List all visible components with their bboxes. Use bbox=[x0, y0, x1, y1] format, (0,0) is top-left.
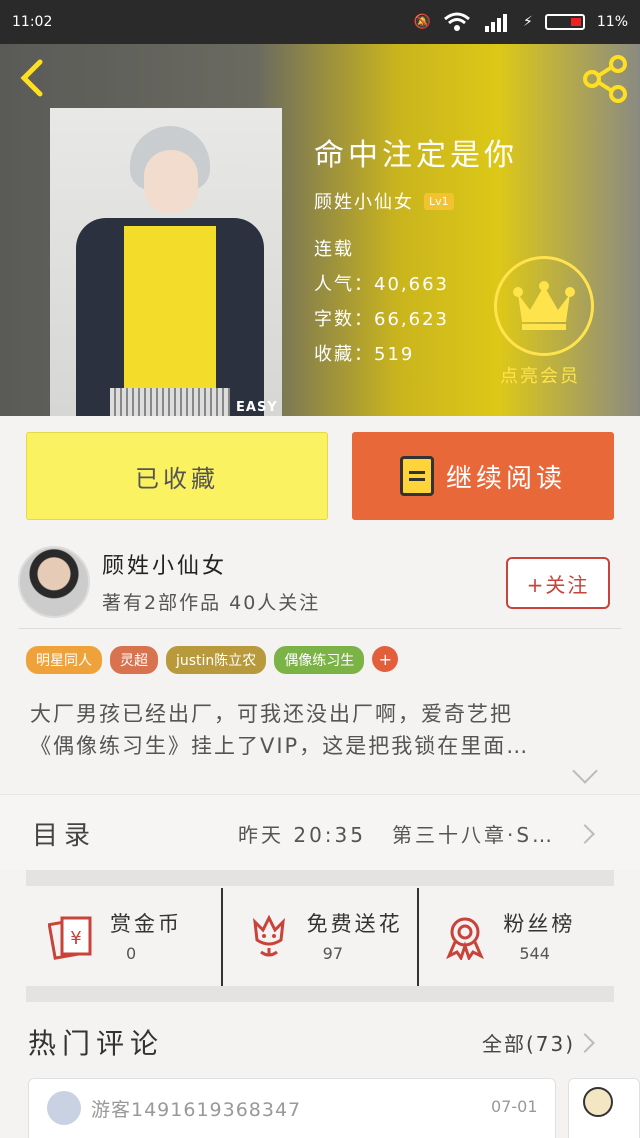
action-count: 544 bbox=[519, 944, 550, 963]
status-time: 11:02 bbox=[12, 14, 53, 30]
medal-icon bbox=[446, 917, 485, 960]
serial-status: 连载 bbox=[314, 239, 354, 260]
book-title: 命中注定是你 bbox=[314, 138, 518, 173]
collected-button[interactable]: 已收藏 bbox=[26, 432, 328, 520]
vip-label[interactable]: 点亮会员 bbox=[500, 362, 580, 388]
follow-label: +关注 bbox=[526, 572, 590, 597]
book-icon bbox=[399, 456, 434, 496]
flower-icon bbox=[252, 914, 285, 957]
tag-item[interactable]: 偶像练习生 bbox=[274, 646, 365, 674]
book-header: EASY 命中注定是你 顾姓小仙女 Lv1 连载 人气：40,663 字数：66… bbox=[0, 44, 640, 416]
author-stats: 著有2部作品 40人关注 bbox=[102, 592, 321, 614]
cover-text: EASY bbox=[236, 400, 278, 415]
action-count: 0 bbox=[126, 944, 137, 963]
action-label: 粉丝榜 bbox=[503, 912, 576, 936]
collected-label: 已收藏 bbox=[135, 464, 219, 493]
follow-button[interactable]: +关注 bbox=[506, 557, 610, 609]
comment-date: 07-01 bbox=[491, 1097, 538, 1116]
catalog-label: 目录 bbox=[32, 821, 97, 851]
section-separator bbox=[26, 986, 614, 1002]
collect-count: 收藏：519 bbox=[314, 344, 415, 365]
chevron-right-icon bbox=[575, 824, 595, 844]
description-line: 《偶像练习生》挂上了VIP，这是把我锁在里面… bbox=[30, 734, 530, 758]
wifi-icon bbox=[444, 12, 470, 31]
mute-icon: 🔕 bbox=[413, 14, 432, 30]
reward-coins-button[interactable]: ¥ 赏金币 0 bbox=[26, 888, 221, 986]
comment-card[interactable] bbox=[568, 1078, 640, 1138]
action-count: 97 bbox=[322, 944, 344, 963]
tag-item[interactable]: justin陈立农 bbox=[166, 646, 267, 674]
book-meta: 连载 人气：40,663 字数：66,623 收藏：519 bbox=[314, 232, 449, 372]
share-icon bbox=[583, 55, 627, 103]
comment-user: 游客1491619368347 bbox=[91, 1099, 302, 1121]
all-comments-link[interactable]: 全部(73) bbox=[482, 1028, 575, 1057]
action-row: ¥ 赏金币 0 免费送花 97 粉丝榜 544 bbox=[26, 888, 614, 986]
continue-reading-label: 继续阅读 bbox=[445, 463, 566, 494]
more-tags-button[interactable]: + bbox=[372, 646, 399, 672]
comment-card[interactable]: 游客1491619368347 07-01 bbox=[28, 1078, 556, 1138]
status-icons: 🔕 ⚡ 11% bbox=[414, 12, 628, 32]
send-flower-button[interactable]: 免费送花 97 bbox=[220, 888, 418, 986]
crown-icon bbox=[513, 281, 575, 330]
chevron-right-icon bbox=[575, 1033, 595, 1053]
fan-ranking-button[interactable]: 粉丝榜 544 bbox=[417, 888, 614, 986]
tag-item[interactable]: 灵超 bbox=[110, 646, 158, 674]
tag-list: 明星同人 灵超 justin陈立农 偶像练习生 + bbox=[26, 646, 399, 674]
author-name[interactable]: 顾姓小仙女 bbox=[102, 548, 227, 580]
catalog-latest-chapter: 第三十八章·S… bbox=[392, 823, 556, 847]
popularity: 人气：40,663 bbox=[314, 274, 449, 295]
signal-icon bbox=[485, 14, 508, 32]
user-avatar bbox=[47, 1091, 81, 1125]
continue-reading-button[interactable]: 继续阅读 bbox=[352, 432, 614, 520]
tag-item[interactable]: 明星同人 bbox=[26, 646, 102, 674]
red-envelope-icon: ¥ bbox=[48, 916, 92, 960]
book-cover-image[interactable]: EASY bbox=[50, 108, 282, 416]
action-label: 赏金币 bbox=[110, 912, 182, 936]
header-author-row: 顾姓小仙女 Lv1 bbox=[314, 188, 454, 214]
catalog-row[interactable]: 目录 昨天 20:35 第三十八章·S… bbox=[0, 794, 640, 870]
level-badge: Lv1 bbox=[424, 192, 454, 210]
catalog-update-time: 昨天 20:35 bbox=[238, 823, 366, 847]
word-count: 字数：66,623 bbox=[314, 309, 449, 330]
expand-chevron-icon[interactable] bbox=[572, 758, 598, 784]
back-button[interactable] bbox=[16, 58, 52, 97]
book-description[interactable]: 大厂男孩已经出厂，可我还没出厂啊，爱奇艺把 《偶像练习生》挂上了VIP，这是把我… bbox=[30, 698, 610, 762]
divider bbox=[18, 628, 622, 629]
svg-text:¥: ¥ bbox=[70, 928, 81, 949]
battery-percent: 11% bbox=[596, 14, 628, 30]
share-button[interactable] bbox=[580, 54, 630, 104]
description-line: 大厂男孩已经出厂，可我还没出厂啊，爱奇艺把 bbox=[30, 702, 513, 726]
charging-icon: ⚡ bbox=[523, 14, 533, 30]
user-avatar bbox=[583, 1087, 613, 1117]
action-label: 免费送花 bbox=[306, 912, 403, 936]
hot-comments-title: 热门评论 bbox=[28, 1027, 165, 1060]
status-bar: 11:02 🔕 ⚡ 11% bbox=[0, 0, 640, 44]
header-author-name[interactable]: 顾姓小仙女 bbox=[314, 188, 414, 214]
battery-icon bbox=[544, 14, 585, 30]
back-arrow-icon bbox=[20, 59, 43, 97]
author-avatar[interactable] bbox=[18, 546, 90, 618]
vip-button[interactable] bbox=[494, 256, 594, 356]
section-separator bbox=[26, 870, 614, 886]
